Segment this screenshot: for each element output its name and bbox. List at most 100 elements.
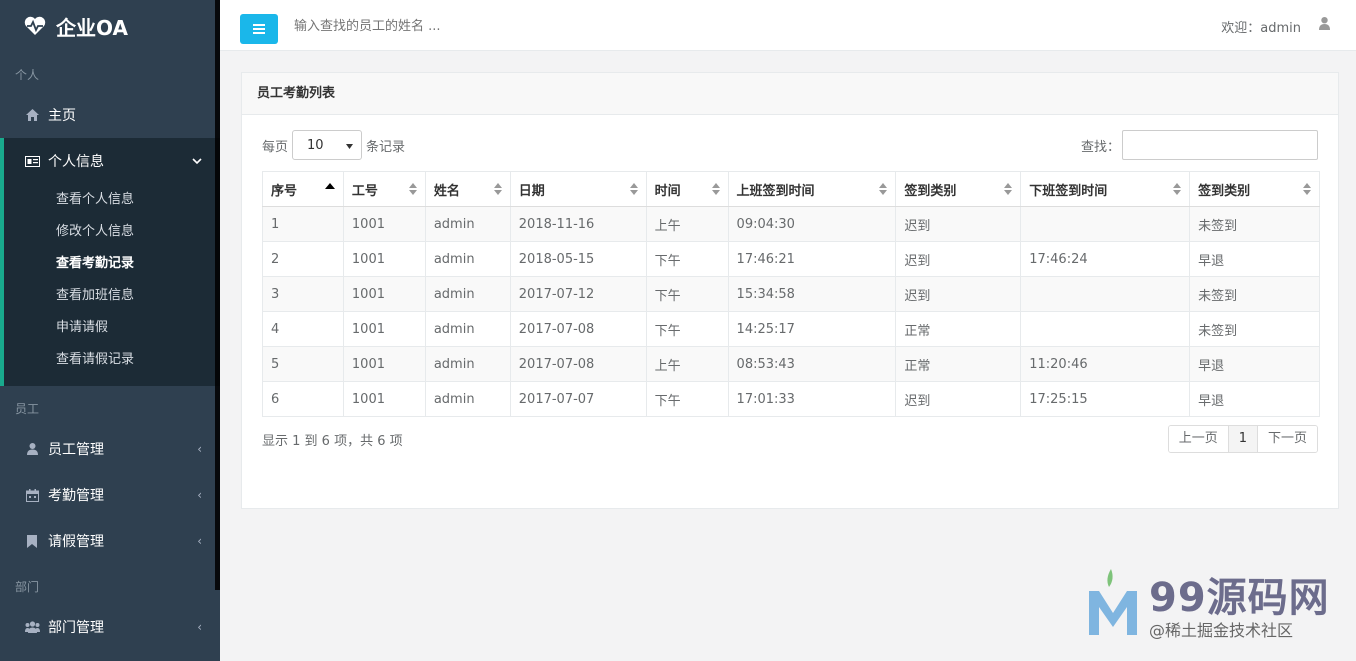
cell-date: 2017-07-12 [509, 276, 647, 312]
cell-checkout-type: 未签到 [1189, 311, 1320, 347]
table-row: 4 1001 admin 2017-07-08 下午 14:25:17 正常 未… [262, 311, 1320, 347]
sidebar-item-label: 请假管理 [48, 534, 104, 550]
page-size-value: 10 [307, 137, 324, 153]
brand[interactable]: 企业OA [0, 0, 220, 52]
cell-checkin-time: 08:53:43 [727, 346, 897, 382]
sort-icon [879, 183, 888, 195]
cell-checkout-time [1020, 276, 1191, 312]
submenu-view-attendance[interactable]: 查看考勤记录 [4, 248, 220, 280]
sidebar-item-dept-manage[interactable]: 部门管理 ‹ [0, 604, 220, 650]
col-header-checkout-type[interactable]: 签到类别 [1189, 171, 1320, 207]
submenu-apply-leave[interactable]: 申请请假 [4, 312, 220, 344]
user-avatar-icon[interactable] [1319, 17, 1330, 34]
sort-icon [1004, 183, 1013, 195]
cell-checkin-time: 17:46:21 [727, 241, 897, 277]
caret-down-icon [346, 138, 354, 153]
group-icon [24, 620, 40, 634]
bookmark-icon [24, 534, 40, 548]
cell-checkin-time: 15:34:58 [727, 276, 897, 312]
col-header-staff-id[interactable]: 工号 [342, 171, 426, 207]
watermark-subtitle: @稀土掘金技术社区 [1149, 621, 1294, 640]
prev-page-button[interactable]: 上一页 [1168, 426, 1229, 452]
cell-checkout-type: 早退 [1189, 381, 1320, 417]
page-size-select[interactable]: 10 [292, 130, 363, 160]
chevron-left-icon: ‹ [197, 488, 202, 502]
cell-name: admin [424, 311, 511, 347]
welcome-text: 欢迎：admin [1221, 21, 1301, 36]
hamburger-icon [253, 24, 265, 34]
section-department: 部门 [15, 580, 40, 594]
per-page-prefix: 每页 [262, 139, 289, 155]
submenu-view-overtime[interactable]: 查看加班信息 [4, 280, 220, 312]
employee-search-input[interactable] [294, 15, 594, 37]
pagination: 上一页 1 下一页 [1167, 425, 1318, 453]
col-header-checkout-time[interactable]: 下班签到时间 [1020, 171, 1191, 207]
sort-icon [711, 183, 720, 195]
cell-checkin-type: 正常 [895, 311, 1022, 347]
home-icon [24, 108, 40, 122]
panel-title: 员工考勤列表 [242, 73, 1338, 115]
cell-checkin-type: 正常 [895, 346, 1022, 382]
cell-index: 3 [262, 276, 344, 312]
col-header-index[interactable]: 序号 [262, 171, 344, 207]
cell-name: admin [424, 241, 511, 277]
sidebar: 企业OA 个人 主页 个人信息 查看个人信息 修改个人信息 查看考勤记录 查看加… [0, 0, 220, 661]
cell-period: 下午 [645, 276, 729, 312]
sidebar-item-leave-manage[interactable]: 请假管理 ‹ [0, 518, 220, 564]
table-filter: 查找： [1081, 130, 1318, 160]
col-header-name[interactable]: 姓名 [424, 171, 511, 207]
cell-checkout-type: 早退 [1189, 346, 1320, 382]
sidebar-scrollbar[interactable] [215, 0, 220, 590]
submenu-personal: 查看个人信息 修改个人信息 查看考勤记录 查看加班信息 申请请假 查看请假记录 [4, 184, 220, 386]
table-row: 3 1001 admin 2017-07-12 下午 15:34:58 迟到 未… [262, 276, 1320, 312]
cell-index: 4 [262, 311, 344, 347]
menu-toggle-button[interactable] [240, 14, 278, 44]
cell-checkout-type: 早退 [1189, 241, 1320, 277]
col-header-checkin-time[interactable]: 上班签到时间 [727, 171, 897, 207]
page-length-control: 每页 10 条记录 [262, 130, 405, 160]
sidebar-item-home[interactable]: 主页 [0, 92, 220, 138]
table-row: 6 1001 admin 2017-07-07 下午 17:01:33 迟到 1… [262, 381, 1320, 417]
sidebar-item-personal-info[interactable]: 个人信息 [4, 138, 220, 184]
sidebar-item-attendance-manage[interactable]: 考勤管理 ‹ [0, 472, 220, 518]
sort-icon [1173, 183, 1182, 195]
chevron-left-icon: ‹ [197, 442, 202, 456]
sort-asc-icon [324, 183, 335, 191]
cell-checkin-type: 迟到 [895, 241, 1022, 277]
page-number-button[interactable]: 1 [1228, 426, 1258, 452]
sidebar-item-label: 个人信息 [48, 154, 104, 170]
submenu-view-leave[interactable]: 查看请假记录 [4, 344, 220, 376]
cell-checkout-time: 17:46:24 [1020, 241, 1191, 277]
cell-period: 下午 [645, 381, 729, 417]
cell-index: 6 [262, 381, 344, 417]
col-header-period[interactable]: 时间 [645, 171, 729, 207]
cell-index: 1 [262, 206, 344, 242]
user-icon [24, 442, 40, 456]
cell-period: 下午 [645, 311, 729, 347]
sidebar-item-staff-manage[interactable]: 员工管理 ‹ [0, 426, 220, 472]
cell-staff-id: 1001 [342, 241, 426, 277]
top-navbar: 欢迎：admin [220, 0, 1356, 51]
cell-date: 2018-11-16 [509, 206, 647, 242]
table-row: 5 1001 admin 2017-07-08 上午 08:53:43 正常 1… [262, 346, 1320, 382]
sort-icon [408, 183, 417, 195]
cell-checkin-time: 09:04:30 [727, 206, 897, 242]
cell-staff-id: 1001 [342, 381, 426, 417]
submenu-view-profile[interactable]: 查看个人信息 [4, 184, 220, 216]
cell-staff-id: 1001 [342, 346, 426, 382]
cell-period: 下午 [645, 241, 729, 277]
col-header-checkin-type[interactable]: 签到类别 [895, 171, 1022, 207]
sidebar-item-label: 考勤管理 [48, 488, 104, 504]
attendance-panel: 员工考勤列表 每页 10 条记录 查找： 序号 工号 姓名 日期 时间 上班签到… [241, 72, 1339, 509]
search-label: 查找： [1080, 139, 1120, 155]
per-page-suffix: 条记录 [366, 139, 406, 155]
sort-icon [629, 183, 638, 195]
heartbeat-icon [24, 16, 46, 35]
attendance-table: 序号 工号 姓名 日期 时间 上班签到时间 签到类别 下班签到时间 签到类别 1… [262, 171, 1320, 417]
table-search-input[interactable] [1122, 130, 1318, 160]
cell-date: 2018-05-15 [509, 241, 647, 277]
col-header-date[interactable]: 日期 [509, 171, 647, 207]
submenu-edit-profile[interactable]: 修改个人信息 [4, 216, 220, 248]
next-page-button[interactable]: 下一页 [1257, 426, 1317, 452]
cell-checkout-time [1020, 311, 1191, 347]
